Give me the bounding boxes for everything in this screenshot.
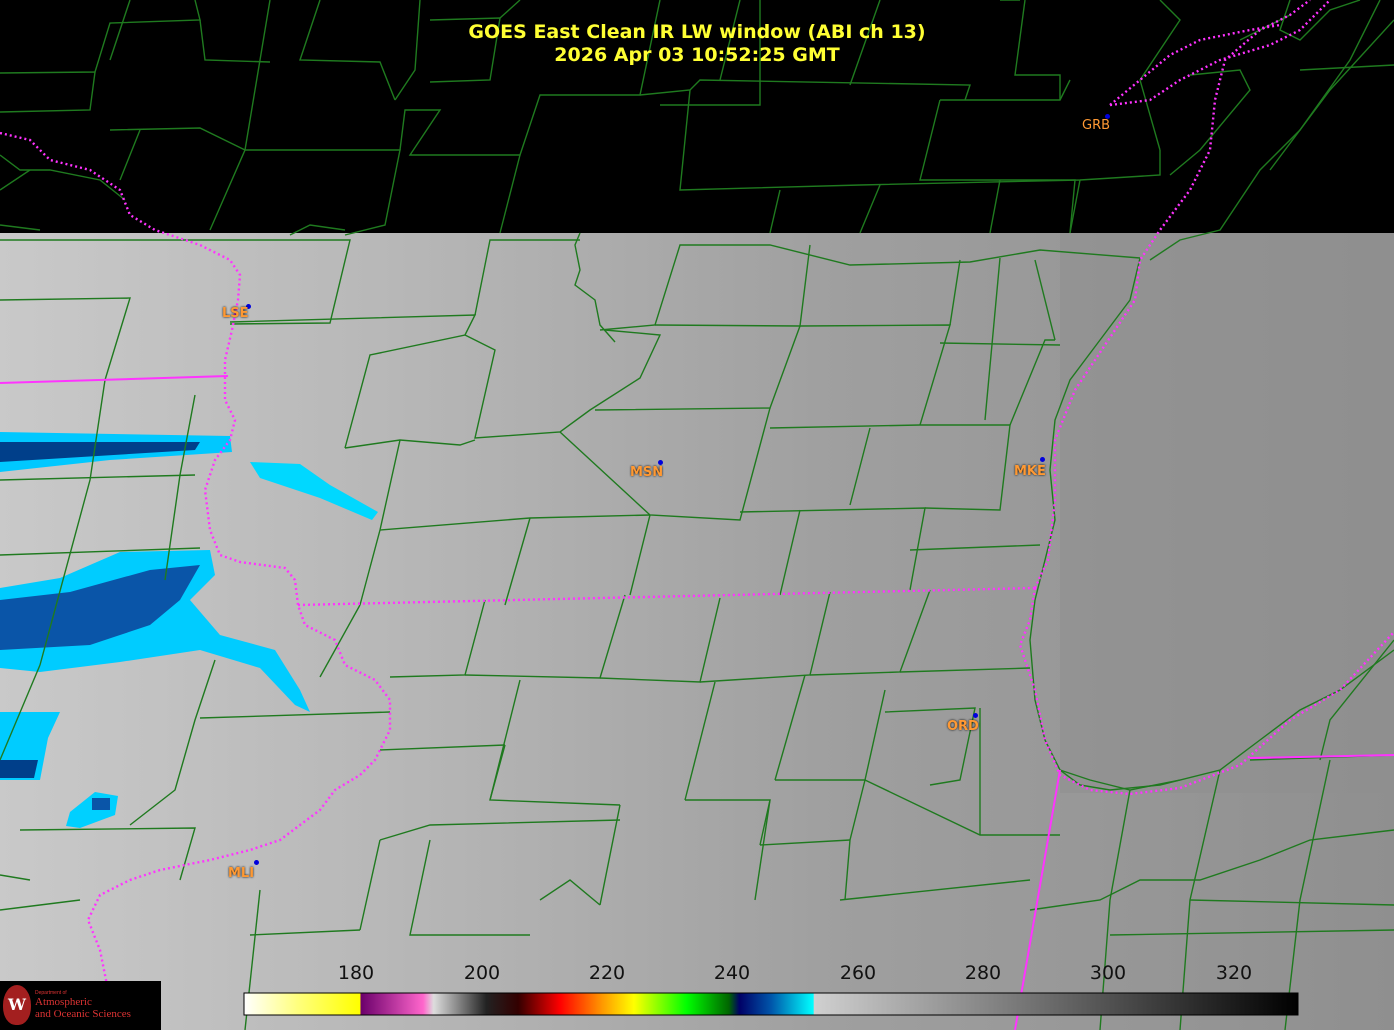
logo-line2: and Oceanic Sciences [35,1008,131,1020]
city-dot-ord [973,713,978,718]
city-label-grb: GRB [1082,118,1111,133]
city-label-mli: MLI [228,866,255,881]
colorbar-tick-280: 280 [964,962,1002,984]
colorbar-tick-220: 220 [588,962,626,984]
ir-shading [1060,233,1394,793]
city-label-lse: LSE [222,306,249,321]
logo-line1: Atmospheric [35,996,92,1008]
colorbar-tick-320: 320 [1215,962,1253,984]
colorbar-tick-240: 240 [713,962,751,984]
image-title: GOES East Clean IR LW window (ABI ch 13) [468,21,926,43]
colorbar-tick-200: 200 [463,962,501,984]
colorbar-tick-300: 300 [1089,962,1127,984]
uw-seal-icon: W [3,985,31,1025]
city-label-mke: MKE [1014,464,1046,479]
image-timestamp: 2026 Apr 03 10:52:25 GMT [554,44,840,66]
colorbar-tick-180: 180 [337,962,375,984]
colorbar-tick-260: 260 [839,962,877,984]
satellite-map [0,0,1394,1030]
city-label-ord: ORD [947,719,979,734]
satellite-image-viewer: GOES East Clean IR LW window (ABI ch 13)… [0,0,1394,1030]
city-dot-mli [254,860,259,865]
colorbar [243,992,1299,1016]
aos-logo: W Department of Atmospheric and Oceanic … [0,981,161,1030]
city-label-msn: MSN [630,465,664,480]
city-dot-mke [1040,457,1045,462]
